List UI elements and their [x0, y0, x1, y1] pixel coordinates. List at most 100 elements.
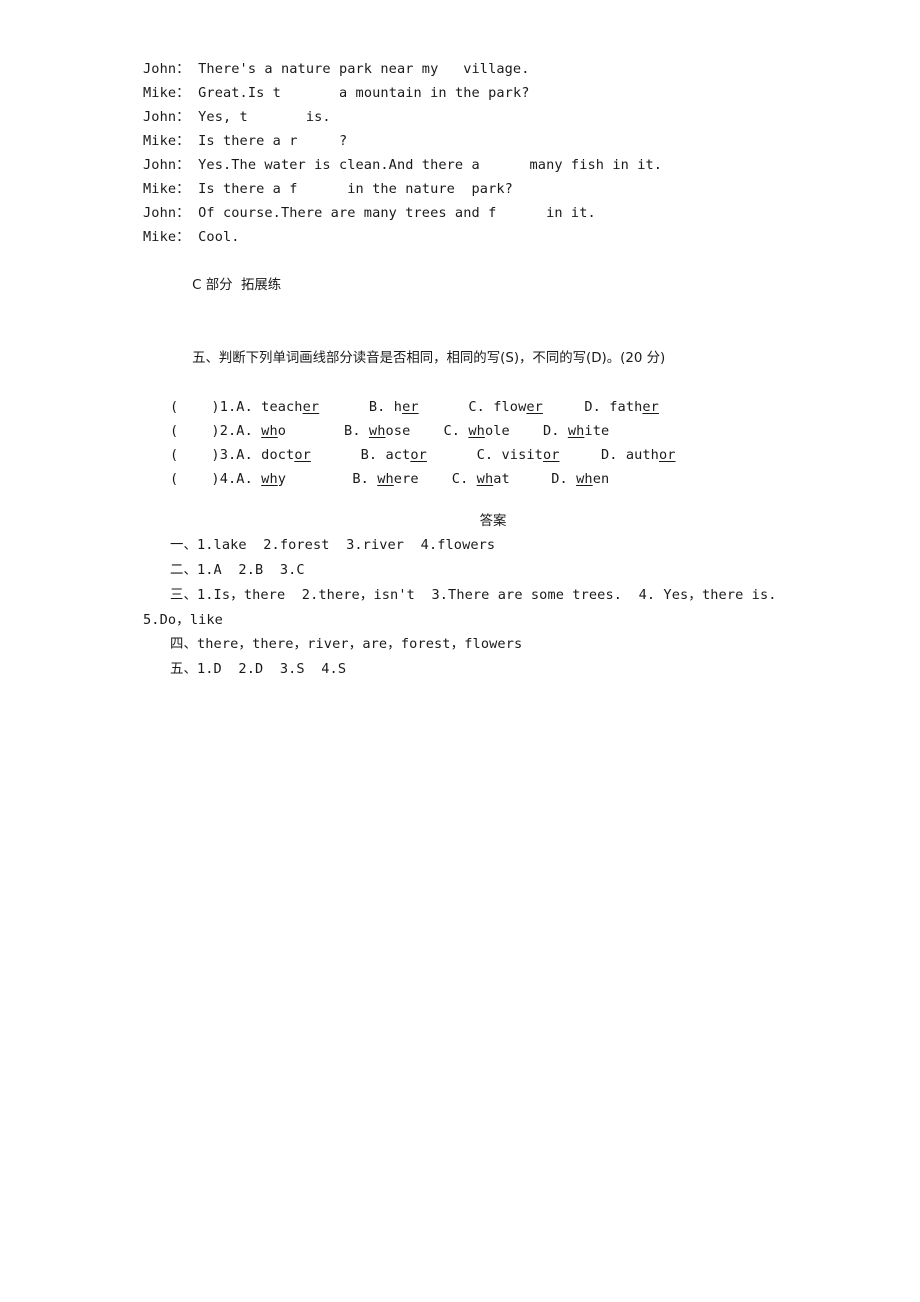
choice-option[interactable]: A. doctor [236, 447, 311, 463]
dialogue-speaker: John： [143, 109, 190, 125]
fill-in-blank[interactable]: _____ [496, 205, 537, 221]
dialogue-text: Is there a f [189, 181, 298, 197]
fill-in-blank[interactable]: ______ [248, 109, 298, 125]
fill-in-blank[interactable]: _____ [298, 133, 339, 149]
fill-in-blank[interactable]: _____ [298, 181, 339, 197]
answer-line-label: 一、 [170, 538, 197, 553]
dialogue-line: John： Of course.There are many trees and… [143, 201, 843, 225]
choice-option[interactable]: A. why [236, 471, 286, 487]
dialogue-text: Is there a r [189, 133, 298, 149]
choice-item-row: ( )3.A. doctor B. actor C. visitor D. au… [143, 443, 843, 467]
dialogue-text: Yes, t [189, 109, 248, 125]
option-word: who [253, 423, 286, 439]
underlined-sound-part: er [402, 399, 419, 415]
option-letter: B. [360, 447, 378, 463]
option-gap [419, 399, 469, 415]
answer-line: 二、1.A 2.B 3.C [143, 558, 843, 583]
dialogue-text: There's a nature park near my village. [189, 61, 530, 77]
underlined-sound-part: wh [261, 471, 278, 487]
choice-items: ( )1.A. teacher B. her C. flower D. fath… [143, 395, 843, 491]
fill-in-blank[interactable]: _____ [480, 157, 521, 173]
option-gap [427, 447, 477, 463]
dialogue-text-tail: ? [338, 133, 348, 149]
choice-option[interactable]: D. author [601, 447, 676, 463]
option-word: where [369, 471, 419, 487]
option-word-prefix: auth [625, 447, 659, 463]
option-word: author [618, 447, 676, 463]
option-letter: C. [443, 423, 461, 439]
option-gap [419, 471, 452, 487]
section-five-heading: 五、判断下列单词画线部分读音是否相同，相同的写(S)，不同的写(D)。(20 分… [143, 322, 843, 395]
option-gap [410, 423, 443, 439]
answer-bracket[interactable]: ( ) [170, 399, 220, 415]
choice-option[interactable]: A. teacher [236, 399, 319, 415]
option-word-prefix: flow [493, 399, 527, 415]
option-word: actor [377, 447, 427, 463]
option-letter: A. [236, 423, 253, 439]
worksheet-page: John： There's a nature park near my vill… [0, 0, 920, 1302]
choice-option[interactable]: A. who [236, 423, 286, 439]
option-word-prefix: fath [609, 399, 643, 415]
answer-line-label: 五、 [170, 662, 197, 677]
answers-title-text: 答案 [479, 514, 507, 529]
option-word: teacher [253, 399, 319, 415]
item-number: 4. [219, 471, 237, 487]
answer-bracket[interactable]: ( ) [170, 447, 220, 463]
choice-item-row: ( )2.A. who B. whose C. whole D. white [143, 419, 843, 443]
fill-in-blank[interactable]: ______ [281, 85, 331, 101]
dialogue-speaker: John： [143, 157, 190, 173]
option-word-suffix: y [277, 471, 287, 487]
choice-option[interactable]: C. flower [468, 399, 543, 415]
dialogue-line: Mike： Is there a f_____ in the nature pa… [143, 177, 843, 201]
choice-option[interactable]: B. actor [361, 447, 427, 463]
answer-line-text: there，there，river，are，forest，flowers [196, 636, 523, 652]
answer-bracket[interactable]: ( ) [170, 471, 220, 487]
choice-option[interactable]: D. father [584, 399, 659, 415]
option-word-prefix: h [393, 399, 403, 415]
answers-lines: 一、1.lake 2.forest 3.river 4.flowers 二、1.A… [143, 509, 843, 682]
answer-line-text: 1.A 2.B 3.C [196, 562, 305, 578]
option-word: white [560, 423, 610, 439]
dialogue-text-tail: in it. [537, 205, 596, 221]
option-gap [311, 447, 361, 463]
option-word-suffix: at [493, 471, 510, 487]
dialogue-speaker: John： [143, 61, 190, 77]
option-gap [510, 423, 543, 439]
choice-option[interactable]: C. what [452, 471, 510, 487]
dialogue-text: Of course.There are many trees and f [189, 205, 497, 221]
underlined-sound-part: or [410, 447, 427, 463]
answer-line-label: 四、 [170, 637, 197, 652]
choice-option[interactable]: C. whole [444, 423, 510, 439]
option-letter: A. [236, 447, 253, 463]
option-letter: D. [551, 471, 568, 487]
item-number: 2. [219, 423, 237, 439]
dialogue-text: Cool. [189, 229, 240, 245]
answer-line-text: 5.Do，like [143, 612, 223, 628]
underlined-sound-part: or [542, 447, 560, 463]
choice-option[interactable]: D. when [551, 471, 609, 487]
choice-option[interactable]: B. whose [344, 423, 410, 439]
option-letter: C. [451, 471, 469, 487]
option-word-suffix: ere [393, 471, 419, 487]
option-word: when [568, 471, 609, 487]
section-five-heading-text: 五、判断下列单词画线部分读音是否相同，相同的写(S)，不同的写(D)。(20 分… [192, 351, 666, 366]
underlined-sound-part: wh [567, 423, 585, 439]
option-letter: A. [236, 399, 253, 415]
choice-option[interactable]: D. white [543, 423, 609, 439]
choice-option[interactable]: B. where [352, 471, 418, 487]
option-word: why [253, 471, 286, 487]
dialogue-text-tail: is. [297, 109, 331, 125]
answer-line: 5.Do，like [143, 608, 843, 632]
choice-option[interactable]: B. her [369, 399, 419, 415]
dialogue-line: Mike： Cool. [143, 225, 843, 249]
answer-bracket[interactable]: ( ) [170, 423, 220, 439]
part-c-label: C 部分 拓展练 [143, 249, 843, 322]
option-word-prefix: teach [261, 399, 303, 415]
option-letter: C. [468, 399, 485, 415]
option-letter: D. [600, 447, 618, 463]
dialogue-text-tail: many fish in it. [521, 157, 663, 173]
choice-option[interactable]: C. visitor [477, 447, 560, 463]
option-letter: D. [542, 423, 560, 439]
dialogue-text: Yes.The water is clean.And there a [189, 157, 480, 173]
option-gap [510, 471, 551, 487]
